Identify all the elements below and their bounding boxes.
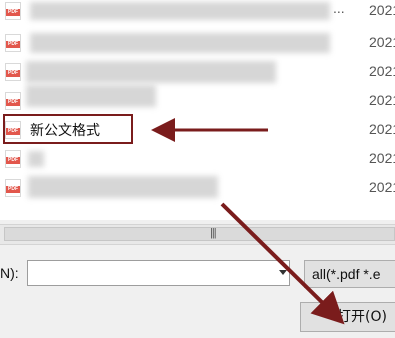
blurred-filename [30, 33, 330, 53]
scrollbar-grip-icon: ||| [210, 227, 217, 239]
blurred-filename [26, 85, 156, 107]
file-date: 2021 [369, 2, 395, 18]
truncation-dots: ... [333, 0, 345, 16]
blurred-filename [28, 151, 44, 167]
chevron-down-icon[interactable] [279, 270, 287, 275]
pdf-file-icon: PDF [5, 34, 21, 52]
file-date: 2021 [369, 63, 395, 79]
file-row[interactable]: PDF 2021 [0, 85, 395, 116]
file-date: 2021 [369, 92, 395, 108]
file-row[interactable]: PDF ... 2021 [0, 0, 395, 29]
file-date: 2021 [369, 34, 395, 50]
file-date: 2021 [369, 121, 395, 137]
pdf-file-icon: PDF [5, 179, 21, 197]
annotation-highlight-box [3, 114, 133, 144]
file-type-filter-select[interactable]: all(*.pdf *.e [304, 260, 395, 288]
file-row[interactable]: PDF 2021 [0, 174, 395, 203]
file-row[interactable]: PDF 2021 [0, 58, 395, 87]
file-row[interactable]: PDF 2021 [0, 29, 395, 58]
scrollbar-thumb[interactable]: ||| [4, 227, 395, 241]
filename-input[interactable] [27, 260, 290, 286]
pdf-file-icon: PDF [5, 150, 21, 168]
pdf-file-icon: PDF [5, 2, 21, 20]
file-date: 2021 [369, 179, 395, 195]
file-date: 2021 [369, 150, 395, 166]
filename-label: N): [0, 265, 19, 281]
horizontal-scrollbar[interactable]: ||| [0, 224, 395, 245]
file-list: PDF ... 2021 PDF 2021 PDF 2021 PDF 2021 … [0, 0, 395, 220]
file-row[interactable]: PDF 2021 [0, 145, 395, 174]
pdf-file-icon: PDF [5, 63, 21, 81]
blurred-filename [30, 2, 330, 20]
pdf-file-icon: PDF [5, 92, 21, 110]
blurred-filename [28, 176, 218, 198]
blurred-filename [26, 61, 276, 83]
open-button[interactable]: 打开(O) [300, 302, 395, 332]
